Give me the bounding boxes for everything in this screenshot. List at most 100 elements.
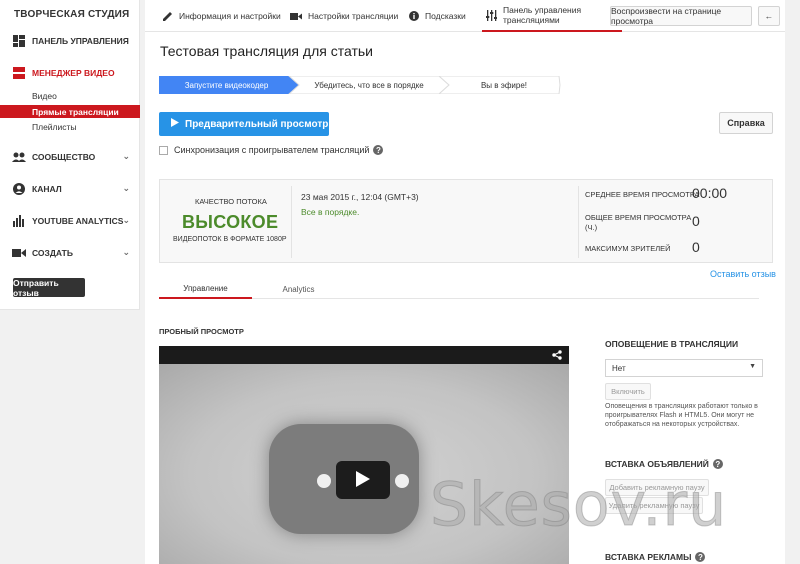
notify-note: Оповещения в трансляциях работают только… xyxy=(605,403,758,428)
ads-title-text: ВСТАВКА ОБЪЯВЛЕНИЙ xyxy=(605,459,709,469)
help-icon[interactable]: ? xyxy=(373,145,384,155)
tab-tips[interactable]: Подсказки xyxy=(409,0,466,32)
back-arrow-icon: ← xyxy=(764,11,774,21)
chevron-down-icon[interactable]: ⌄ xyxy=(122,215,130,226)
sliders-icon xyxy=(486,9,497,21)
ads-section-title: ВСТАВКА ОБЪЯВЛЕНИЙ ? xyxy=(605,459,723,469)
chevron-down-icon[interactable]: ⌄ xyxy=(122,247,130,258)
ads2-title-text: ВСТАВКА РЕКЛАМЫ xyxy=(605,552,692,562)
total-watch-label-line1: ОБЩЕЕ ВРЕМЯ ПРОСМОТРА xyxy=(585,213,692,222)
dashboard-icon xyxy=(12,35,26,47)
total-watch-label-line2: (Ч.) xyxy=(585,223,598,232)
stream-steps: Запустите видеокодер Убедитесь, что все … xyxy=(159,76,561,94)
share-icon[interactable] xyxy=(552,350,562,363)
loading-dot xyxy=(395,474,409,488)
sidebar-sub-live[interactable]: Прямые трансляции xyxy=(0,105,140,118)
help-icon[interactable]: ? xyxy=(712,459,723,469)
test-preview-label: ПРОБНЫЙ ПРОСМОТР xyxy=(159,327,244,336)
leave-feedback-link[interactable]: Оставить отзыв xyxy=(710,269,776,279)
send-feedback-button[interactable]: Отправить отзыв xyxy=(13,278,85,298)
preview-button[interactable]: Предварительный просмотр xyxy=(159,112,329,136)
play-icon xyxy=(171,118,179,130)
sidebar-item-label: МЕНЕДЖЕР ВИДЕО xyxy=(32,68,115,78)
play-on-watch-page-button[interactable]: Воспроизвести на странице просмотра xyxy=(610,6,752,26)
quality-value: ВЫСОКОЕ xyxy=(182,212,279,232)
sidebar-item-channel[interactable]: КАНАЛ ⌄ xyxy=(0,177,140,201)
sidebar-item-create[interactable]: СОЗДАТЬ ⌄ xyxy=(0,241,140,265)
remove-ad-break-button[interactable]: Удалить рекламную паузу xyxy=(605,497,703,514)
studio-title: ТВОРЧЕСКАЯ СТУДИЯ xyxy=(14,9,130,20)
content-tabs: Управление Analytics xyxy=(159,279,759,299)
video-manager-icon xyxy=(12,67,26,79)
total-watch-label: ОБЩЕЕ ВРЕМЯ ПРОСМОТРА (Ч.) xyxy=(585,213,691,233)
tab-label: Информация и настройки xyxy=(179,11,281,21)
main-panel: Информация и настройки Настройки трансля… xyxy=(145,0,785,564)
loading-dot xyxy=(317,474,331,488)
sidebar-item-label: YOUTUBE ANALYTICS xyxy=(32,216,124,226)
people-icon xyxy=(12,152,26,162)
sidebar-item-community[interactable]: СООБЩЕСТВО ⌄ xyxy=(0,145,140,169)
play-button[interactable] xyxy=(336,461,390,499)
sidebar-item-dashboard[interactable]: ПАНЕЛЬ УПРАВЛЕНИЯ xyxy=(0,29,140,53)
add-ad-break-button[interactable]: Добавить рекламную паузу xyxy=(605,479,709,496)
sync-option: Синхронизация с проигрывателем трансляци… xyxy=(159,145,384,155)
step-start-encoder: Запустите видеокодер xyxy=(184,80,269,90)
sidebar-item-label: КАНАЛ xyxy=(32,184,62,194)
sync-checkbox[interactable] xyxy=(159,145,168,155)
notify-select-value: Нет xyxy=(612,363,626,373)
pencil-icon xyxy=(163,11,173,21)
step-check-ok: Убедитесь, что все в порядке xyxy=(314,80,424,90)
info-icon xyxy=(409,11,419,21)
play-icon xyxy=(356,470,370,490)
avg-watch-label: СРЕДНЕЕ ВРЕМЯ ПРОСМОТРА xyxy=(585,190,700,199)
help-button[interactable]: Справка xyxy=(719,112,773,134)
dropdown-arrow-icon: ▼ xyxy=(749,363,756,370)
stream-status: Все в порядке. xyxy=(301,207,360,217)
notify-section-title: ОПОВЕЩЕНИЕ В ТРАНСЛЯЦИИ xyxy=(605,339,739,349)
stream-stats-panel: КАЧЕСТВО ПОТОКА ВЫСОКОЕ ВИДЕОПОТОК В ФОР… xyxy=(159,179,773,263)
tab-label: Панель управления трансляциями xyxy=(503,5,582,25)
top-tab-bar: Информация и настройки Настройки трансля… xyxy=(145,0,785,32)
ads2-section-title: ВСТАВКА РЕКЛАМЫ ? xyxy=(605,552,706,562)
sidebar-item-analytics[interactable]: YOUTUBE ANALYTICS ⌄ xyxy=(0,209,140,233)
sidebar-item-video-manager[interactable]: МЕНЕДЖЕР ВИДЕО xyxy=(0,61,140,85)
player-screen xyxy=(159,364,569,564)
tab-analytics[interactable]: Analytics xyxy=(252,279,345,299)
video-camera-icon xyxy=(12,248,26,258)
avg-watch-value: 00:00 xyxy=(692,185,728,201)
sidebar-sub-videos[interactable]: Видео xyxy=(0,89,140,102)
stream-date: 23 мая 2015 г., 12:04 (GMT+3) xyxy=(301,192,419,202)
total-watch-value: 0 xyxy=(692,213,700,229)
sync-label: Синхронизация с проигрывателем трансляци… xyxy=(174,145,370,155)
step-live: Вы в эфире! xyxy=(480,80,528,90)
quality-subtitle: ВИДЕОПОТОК В ФОРМАТЕ 1080P xyxy=(173,236,287,243)
sidebar-item-label: СОЗДАТЬ xyxy=(32,248,73,258)
page-title: Тестовая трансляция для статьи xyxy=(160,43,373,59)
notify-select[interactable]: Нет ▼ xyxy=(605,359,763,377)
tab-management[interactable]: Управление xyxy=(159,279,252,299)
tab-control-room[interactable]: Панель управления трансляциями xyxy=(482,0,622,32)
divider xyxy=(578,186,579,258)
max-viewers-label: МАКСИМУМ ЗРИТЕЛЕЙ xyxy=(585,244,671,253)
tab-info-settings[interactable]: Информация и настройки xyxy=(163,0,281,32)
quality-label: КАЧЕСТВО ПОТОКА xyxy=(195,197,267,206)
camera-icon xyxy=(290,12,302,21)
enable-button[interactable]: Включить xyxy=(605,383,651,400)
user-icon xyxy=(12,183,26,195)
preview-button-label: Предварительный просмотр xyxy=(185,118,329,130)
sidebar-item-label: СООБЩЕСТВО xyxy=(32,152,96,162)
tab-label: Подсказки xyxy=(425,11,466,21)
sidebar-sub-playlists[interactable]: Плейлисты xyxy=(0,120,140,133)
video-player[interactable] xyxy=(159,346,569,564)
player-top-bar xyxy=(159,346,569,364)
sidebar: ТВОРЧЕСКАЯ СТУДИЯ ПАНЕЛЬ УПРАВЛЕНИЯ МЕНЕ… xyxy=(0,0,140,310)
tab-stream-settings[interactable]: Настройки трансляции xyxy=(290,0,398,32)
help-icon[interactable]: ? xyxy=(695,552,706,562)
chevron-down-icon[interactable]: ⌄ xyxy=(122,151,130,162)
tab-label: Настройки трансляции xyxy=(308,11,399,21)
sidebar-item-label: ПАНЕЛЬ УПРАВЛЕНИЯ xyxy=(32,36,129,46)
divider xyxy=(291,186,292,258)
chevron-down-icon[interactable]: ⌄ xyxy=(122,183,130,194)
back-button[interactable]: ← xyxy=(758,6,780,26)
max-viewers-value: 0 xyxy=(692,239,700,255)
